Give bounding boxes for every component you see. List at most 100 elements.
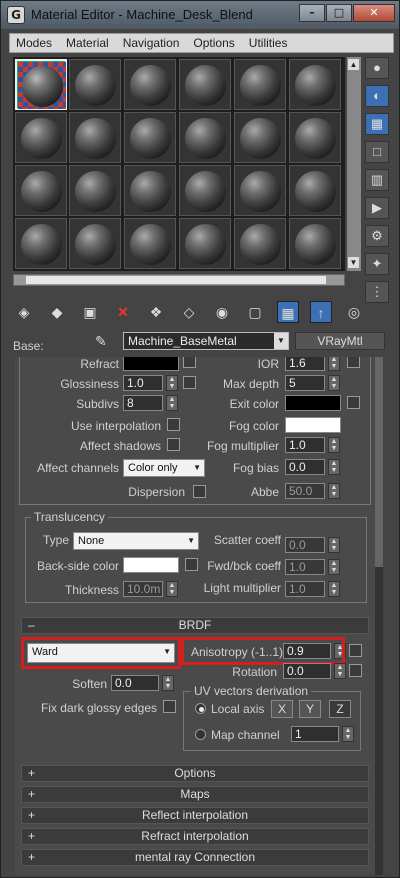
fog-bias-spinner[interactable]: 0.0 ▲ ▼	[285, 459, 340, 475]
sample-slot[interactable]	[124, 218, 176, 269]
mental-ray-connection-rollout-header[interactable]: + mental ray Connection	[21, 849, 369, 866]
fog-color-swatch[interactable]	[285, 417, 341, 433]
sample-slot[interactable]	[15, 112, 67, 163]
sample-slot[interactable]	[69, 59, 121, 110]
sample-type-icon[interactable]: ●	[365, 57, 389, 79]
local-axis-radio[interactable]	[195, 703, 206, 714]
app-icon[interactable]: G	[7, 6, 25, 24]
max-depth-spinner[interactable]: 5 ▲ ▼	[285, 375, 340, 391]
show-end-result-icon[interactable]: ▦	[277, 301, 299, 323]
material-map-navigator-icon[interactable]: ⋮	[365, 281, 389, 303]
sample-slot[interactable]	[124, 165, 176, 216]
maximize-button[interactable]: □	[326, 4, 352, 22]
go-to-parent-icon[interactable]: ↑	[310, 301, 332, 323]
backlight-icon[interactable]: ◐	[365, 85, 389, 107]
thickness-spinner[interactable]: 10.0m ▲ ▼	[123, 581, 178, 597]
backside-map-button[interactable]	[185, 558, 198, 571]
sample-slot[interactable]	[234, 165, 286, 216]
sample-slot[interactable]	[234, 112, 286, 163]
make-unique-icon[interactable]: ❖	[145, 301, 167, 323]
put-to-scene-icon[interactable]: ◆	[46, 301, 68, 323]
menu-navigation[interactable]: Navigation	[116, 36, 187, 50]
assign-to-selection-icon[interactable]: ▣	[79, 301, 101, 323]
map-channel-spinner[interactable]: 1 ▲ ▼	[291, 726, 354, 742]
sample-slot[interactable]	[234, 59, 286, 110]
affect-shadows-checkbox[interactable]	[167, 438, 180, 451]
translucency-type-dropdown[interactable]: None ▼	[73, 532, 199, 550]
axis-z-button[interactable]: Z	[329, 700, 351, 718]
sample-slot[interactable]	[179, 165, 231, 216]
affect-channels-dropdown[interactable]: Color only ▼	[123, 459, 205, 477]
video-color-check-icon[interactable]: ▥	[365, 169, 389, 191]
fwd-bck-coeff-spinner[interactable]: 1.0 ▲ ▼	[285, 559, 340, 575]
menu-modes[interactable]: Modes	[10, 36, 59, 50]
anisotropy-map-button[interactable]	[349, 644, 362, 657]
material-id-channel-icon[interactable]: ◉	[211, 301, 233, 323]
close-button[interactable]: ✕	[353, 4, 395, 22]
sample-slot[interactable]	[179, 59, 231, 110]
scroll-up-icon[interactable]: ▲	[348, 59, 359, 70]
get-material-icon[interactable]: ◈	[13, 301, 35, 323]
exit-color-checkbox[interactable]	[347, 396, 360, 409]
maps-rollout-header[interactable]: + Maps	[21, 786, 369, 803]
sample-slot[interactable]	[69, 218, 121, 269]
go-forward-sibling-icon[interactable]: ◎	[343, 301, 365, 323]
sample-slot[interactable]	[69, 112, 121, 163]
reflect-interpolation-rollout-header[interactable]: + Reflect interpolation	[21, 807, 369, 824]
scatter-coeff-spinner[interactable]: 0.0 ▲ ▼	[285, 537, 340, 553]
soften-spinner[interactable]: 0.0 ▲ ▼	[111, 675, 174, 691]
sample-vertical-scrollbar[interactable]: ▲ ▼	[347, 57, 361, 271]
title-bar[interactable]: G Material Editor - Machine_Desk_Blend –…	[1, 1, 399, 29]
refract-interpolation-rollout-header[interactable]: + Refract interpolation	[21, 828, 369, 845]
background-checker-icon[interactable]: ▦	[365, 113, 389, 135]
sample-slot[interactable]	[289, 218, 341, 269]
sample-slot[interactable]	[179, 218, 231, 269]
sample-slot[interactable]	[15, 59, 67, 110]
ior-spinner[interactable]: 1.6 ▲ ▼	[285, 357, 340, 371]
axis-x-button[interactable]: X	[271, 700, 293, 718]
material-type-button[interactable]: VRayMtl	[295, 332, 385, 350]
select-by-material-icon[interactable]: ✦	[365, 253, 389, 275]
sample-slot[interactable]	[234, 218, 286, 269]
rotation-map-button[interactable]	[349, 664, 362, 677]
reset-map-icon[interactable]: ✕	[112, 301, 134, 323]
menu-utilities[interactable]: Utilities	[242, 36, 295, 50]
parameters-scroll-thumb[interactable]	[375, 357, 383, 567]
sample-slot[interactable]	[179, 112, 231, 163]
sample-uv-tiling-icon[interactable]: □	[365, 141, 389, 163]
axis-y-button[interactable]: Y	[299, 700, 321, 718]
options-rollout-header[interactable]: + Options	[21, 765, 369, 782]
sample-horizontal-scrollbar[interactable]	[13, 274, 345, 286]
put-to-library-icon[interactable]: ◇	[178, 301, 200, 323]
glossiness-spinner[interactable]: 1.0 ▲ ▼	[123, 375, 178, 391]
material-name-field[interactable]: Machine_BaseMetal ▼	[123, 332, 289, 350]
fog-multiplier-spinner[interactable]: 1.0 ▲ ▼	[285, 437, 340, 453]
sample-slot[interactable]	[289, 165, 341, 216]
exit-color-swatch[interactable]	[285, 395, 341, 411]
sample-slot[interactable]	[124, 112, 176, 163]
glossiness-map-button[interactable]	[183, 376, 196, 389]
scroll-down-icon[interactable]: ▼	[348, 257, 359, 268]
chevron-down-icon[interactable]: ▼	[274, 333, 288, 349]
scrollbar-thumb[interactable]	[26, 276, 326, 284]
eyedropper-icon[interactable]: ✎	[95, 333, 107, 350]
sample-slot[interactable]	[69, 165, 121, 216]
sample-slot[interactable]	[289, 59, 341, 110]
subdivs-spinner[interactable]: 8 ▲ ▼	[123, 395, 178, 411]
map-channel-radio[interactable]	[195, 729, 206, 740]
sample-slot[interactable]	[15, 165, 67, 216]
show-shaded-icon[interactable]: ▢	[244, 301, 266, 323]
fix-dark-glossy-checkbox[interactable]	[163, 700, 176, 713]
make-preview-icon[interactable]: ▶	[365, 197, 389, 219]
abbe-spinner[interactable]: 50.0 ▲ ▼	[285, 483, 340, 499]
menu-options[interactable]: Options	[186, 36, 241, 50]
refract-color-swatch[interactable]	[123, 357, 179, 371]
use-interpolation-checkbox[interactable]	[167, 418, 180, 431]
minimize-button[interactable]: –	[299, 4, 325, 22]
refract-map-button[interactable]	[183, 357, 196, 368]
brdf-rollout-header[interactable]: – BRDF	[21, 617, 369, 634]
sample-slot[interactable]	[124, 59, 176, 110]
sample-slot[interactable]	[289, 112, 341, 163]
backside-color-swatch[interactable]	[123, 557, 179, 573]
sample-slot[interactable]	[15, 218, 67, 269]
